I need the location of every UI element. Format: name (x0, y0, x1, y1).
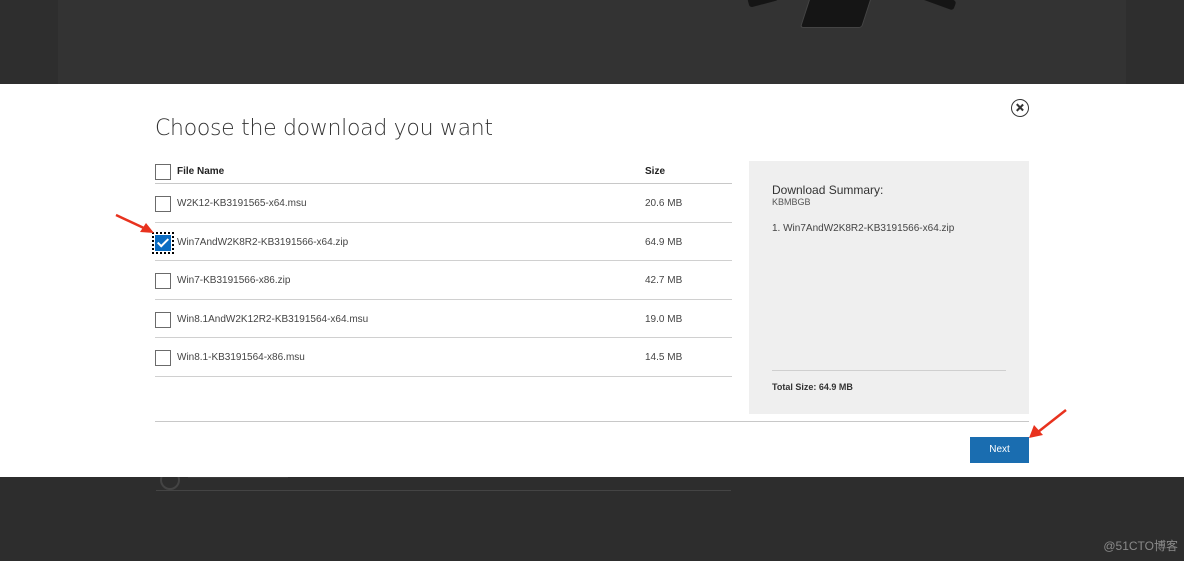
summary-total-size: Total Size: 64.9 MB (772, 382, 853, 392)
row-checkbox[interactable] (155, 273, 171, 289)
background-banner (58, 0, 1126, 84)
summary-kb: KBMBGB (772, 197, 811, 207)
table-header: File Name Size (155, 160, 732, 184)
file-name: Win8.1AndW2K12R2-KB3191564-x64.msu (177, 313, 369, 325)
summary-item: 1. Win7AndW2K8R2-KB3191566-x64.zip (772, 223, 955, 234)
download-modal: Choose the download you want File Name S… (0, 84, 1184, 477)
table-row[interactable]: Win8.1-KB3191564-x86.msu 14.5 MB (155, 338, 732, 377)
file-table: File Name Size W2K12-KB3191565-x64.msu 2… (152, 160, 732, 377)
footer-divider (155, 421, 1029, 422)
file-name: Win7-KB3191566-x86.zip (177, 275, 291, 286)
modal-title: Choose the download you want (155, 116, 493, 141)
device-image (799, 0, 875, 28)
file-name: Win7AndW2K8R2-KB3191566-x64.zip (177, 236, 349, 248)
device-image (747, 0, 779, 8)
row-checkbox[interactable] (155, 350, 171, 366)
file-size: 14.5 MB (645, 352, 683, 363)
table-row[interactable]: Win8.1AndW2K12R2-KB3191564-x64.msu 19.0 … (155, 300, 732, 338)
watermark: @51CTO博客 (1103, 539, 1178, 553)
summary-title: Download Summary: (772, 183, 884, 197)
file-size: 20.6 MB (645, 198, 683, 209)
row-checkbox-checked[interactable] (152, 231, 174, 254)
next-button[interactable]: Next (970, 437, 1029, 463)
background-row (156, 478, 731, 491)
row-checkbox[interactable] (155, 196, 171, 212)
download-summary-panel: Download Summary: KBMBGB 1. Win7AndW2K8R… (749, 161, 1029, 414)
table-row[interactable]: W2K12-KB3191565-x64.msu 20.6 MB (155, 184, 732, 223)
file-name: Win8.1-KB3191564-x86.msu (177, 352, 305, 363)
annotation-arrow-icon (115, 213, 154, 233)
summary-divider (772, 370, 1006, 371)
select-all-checkbox[interactable] (155, 164, 171, 180)
file-size: 64.9 MB (645, 236, 683, 248)
device-image (915, 0, 957, 11)
row-checkbox[interactable] (155, 311, 171, 328)
table-row[interactable]: Win7AndW2K8R2-KB3191566-x64.zip 64.9 MB (152, 223, 732, 261)
file-size: 19.0 MB (645, 313, 683, 325)
file-size: 42.7 MB (645, 275, 683, 286)
size-header: Size (645, 166, 666, 177)
file-name-header: File Name (177, 166, 225, 177)
close-icon[interactable] (1011, 99, 1029, 117)
annotation-arrow-icon (1029, 409, 1067, 438)
file-name: W2K12-KB3191565-x64.msu (177, 198, 307, 209)
table-row[interactable]: Win7-KB3191566-x86.zip 42.7 MB (155, 261, 732, 300)
background-header (0, 0, 1184, 84)
